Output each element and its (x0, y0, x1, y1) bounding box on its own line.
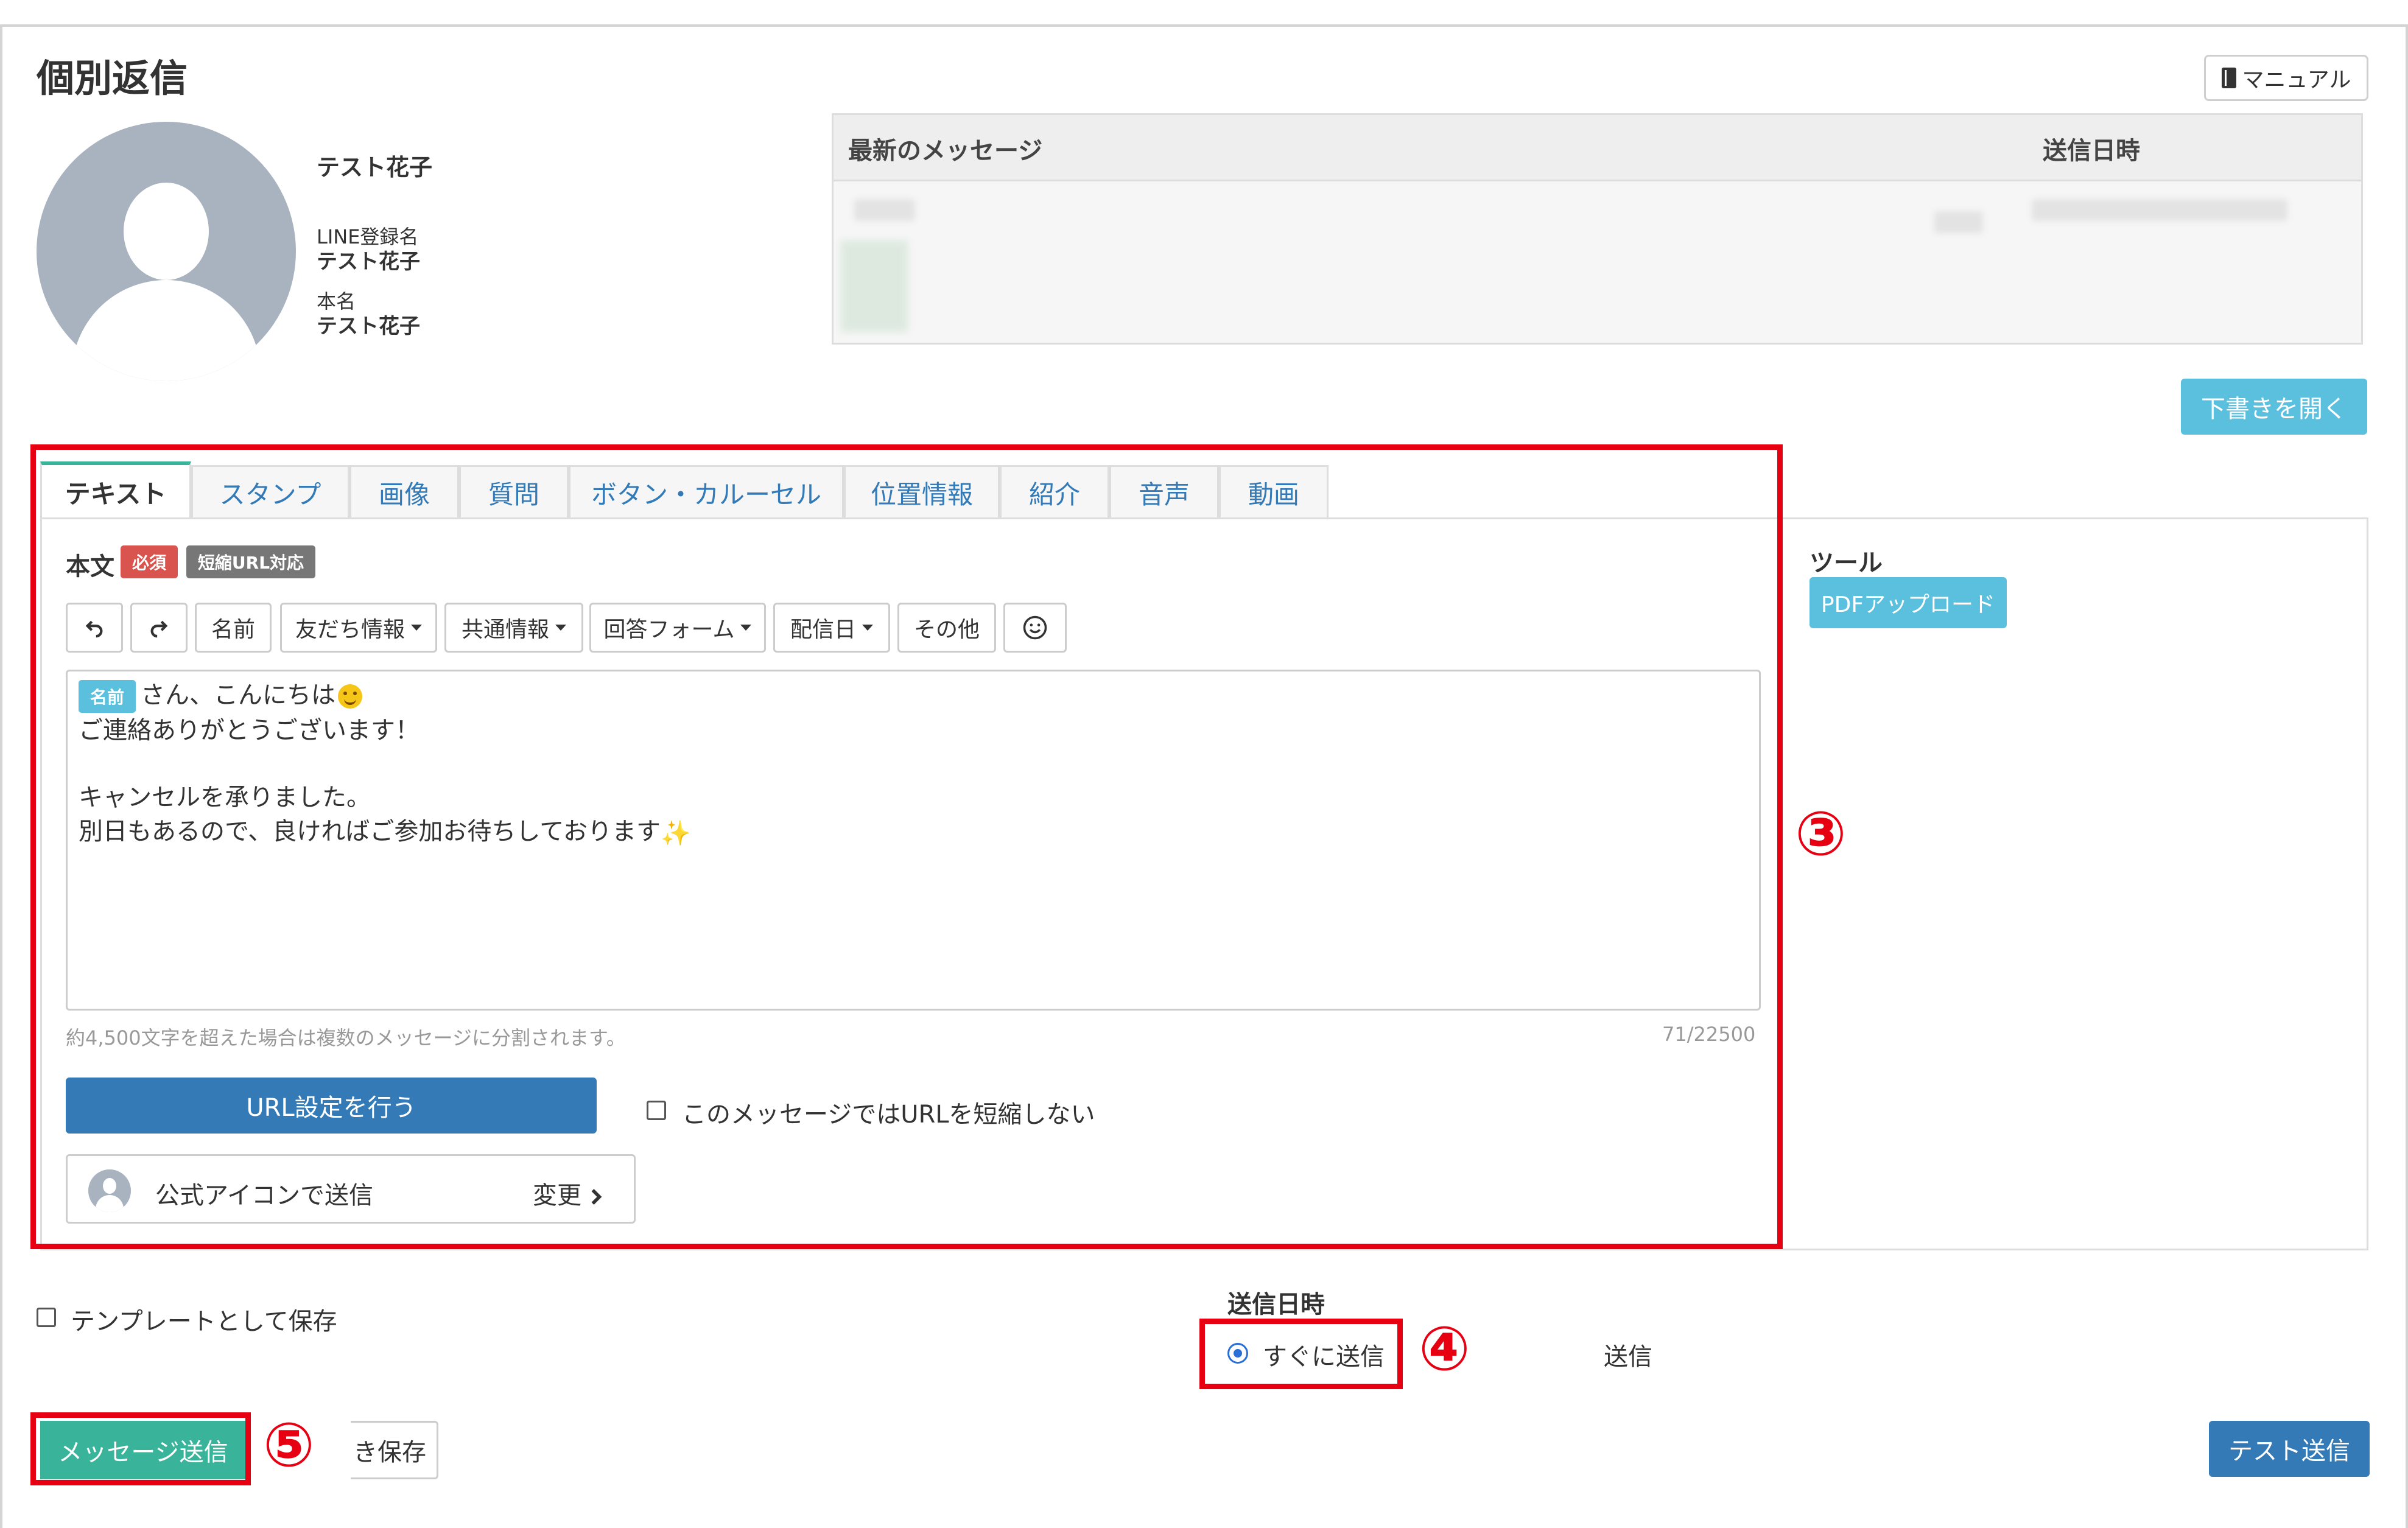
annotation-marker-3: ③ (1795, 798, 1847, 869)
annotation-box-3 (30, 444, 1783, 1249)
blurred-sent-at (2032, 199, 2287, 221)
page-title: 個別返信 (37, 56, 188, 100)
save-as-template-label: テンプレートとして保存 (71, 1308, 337, 1336)
latest-message-table: 最新のメッセージ 送信日時 (832, 113, 2363, 345)
latest-message-header: 最新のメッセージ 送信日時 (834, 115, 2361, 181)
manual-button-label: マニュアル (2242, 68, 2351, 93)
line-name-value: テスト花子 (317, 250, 420, 274)
scheduled-send-label: 送信 (1604, 1343, 1652, 1371)
col-sent-at: 送信日時 (2043, 137, 2140, 165)
save-as-template-checkbox[interactable] (37, 1308, 56, 1327)
annotation-box-4 (1199, 1319, 1403, 1389)
user-avatar (37, 122, 296, 381)
book-icon (2221, 68, 2236, 88)
user-display-name: テスト花子 (317, 154, 433, 181)
send-time-title: 送信日時 (1227, 1291, 1325, 1319)
manual-button[interactable]: マニュアル (2204, 55, 2368, 101)
blurred-status (1934, 211, 1983, 233)
real-name-value: テスト花子 (317, 314, 420, 338)
blurred-message-text (854, 199, 915, 221)
test-send-button[interactable]: テスト送信 (2209, 1421, 2370, 1477)
annotation-marker-5: ⑤ (263, 1409, 315, 1481)
save-draft-button[interactable]: き保存 (351, 1421, 438, 1479)
annotation-box-5 (30, 1412, 251, 1485)
blurred-message-image (841, 240, 908, 332)
pdf-upload-button[interactable]: PDFアップロード (1810, 577, 2007, 628)
open-draft-button[interactable]: 下書きを開く (2181, 379, 2367, 435)
col-latest-message: 最新のメッセージ (848, 137, 1043, 165)
tools-title: ツール (1810, 549, 1883, 577)
annotation-marker-4: ④ (1419, 1313, 1470, 1384)
